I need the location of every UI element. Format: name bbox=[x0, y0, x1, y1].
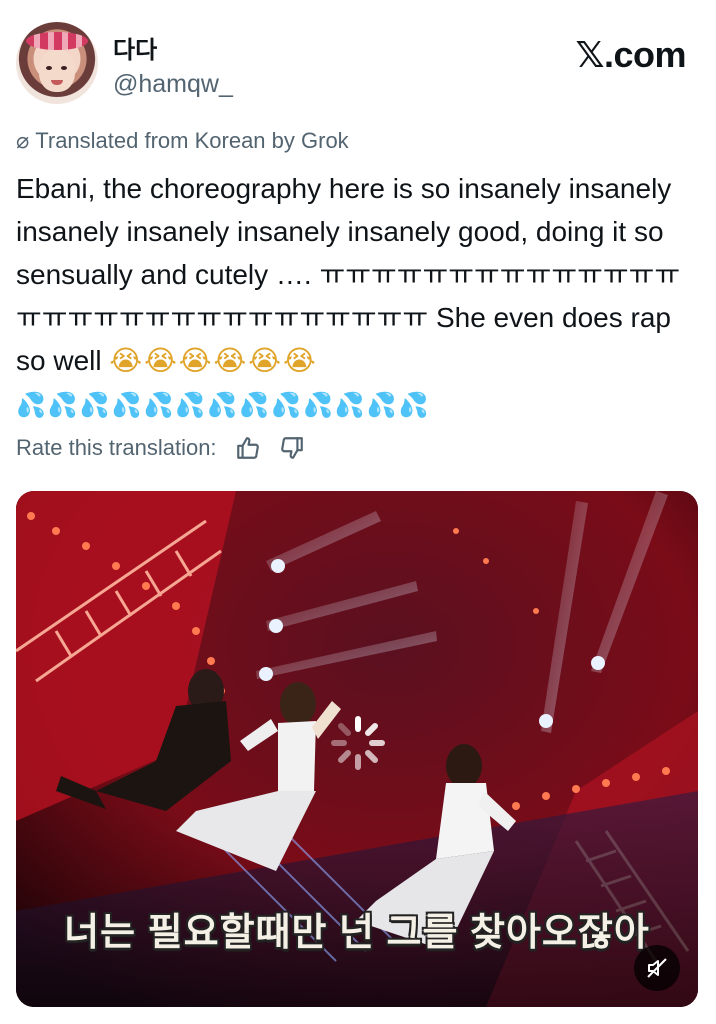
avatar-headband bbox=[26, 32, 88, 50]
loading-spinner-icon bbox=[331, 716, 385, 770]
mute-toggle-button[interactable] bbox=[634, 945, 680, 991]
sweat-drops-emoji-row: 💦💦💦💦💦💦💦💦💦💦💦💦💦 bbox=[16, 391, 431, 419]
no-translate-icon: ⌀ bbox=[16, 128, 30, 153]
video-subtitle: 너는 필요할때만 넌 그를 찾아오잖아 bbox=[64, 912, 650, 954]
x-com-logo: 𝕏.com bbox=[575, 34, 686, 76]
thumbs-up-icon[interactable] bbox=[231, 434, 265, 462]
avatar-eye bbox=[46, 66, 52, 70]
thumbs-down-icon[interactable] bbox=[275, 434, 309, 462]
avatar-face bbox=[39, 50, 75, 92]
translation-notice-text: Translated from Korean by Grok bbox=[35, 128, 349, 153]
avatar-eye bbox=[61, 66, 67, 70]
x-logo-suffix: .com bbox=[603, 34, 687, 75]
x-logo-icon: 𝕏 bbox=[575, 35, 604, 76]
rate-translation-label: Rate this translation: bbox=[16, 435, 217, 460]
avatar[interactable] bbox=[16, 22, 98, 104]
author-handle[interactable]: @hamqw_ bbox=[113, 70, 233, 99]
video-player[interactable]: 너는 필요할때만 넌 그를 찾아오잖아 bbox=[16, 491, 698, 1007]
translation-notice: ⌀ Translated from Korean by Grok bbox=[16, 128, 349, 154]
muted-speaker-icon bbox=[647, 958, 667, 978]
author-display-name[interactable]: 다다 bbox=[113, 30, 157, 65]
sob-emoji-row: 😭😭😭😭😭😭 bbox=[109, 344, 318, 377]
rate-translation: Rate this translation: bbox=[16, 434, 319, 462]
post-text: Ebani, the choreography here is so insan… bbox=[16, 167, 702, 427]
